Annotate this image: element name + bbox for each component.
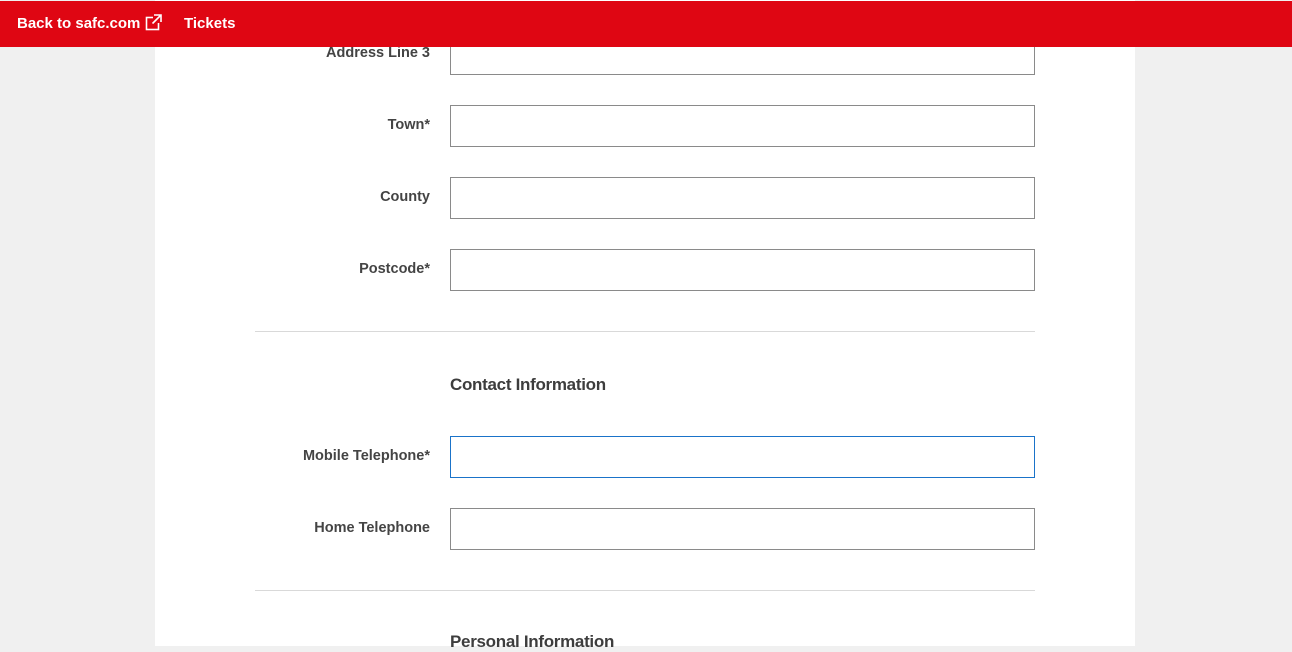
personal-information-heading: Personal Information (450, 632, 615, 651)
home-telephone-label: Home Telephone (314, 520, 430, 536)
home-telephone-row: Home Telephone (155, 508, 1135, 550)
section-divider (255, 590, 1035, 591)
county-input[interactable] (450, 177, 1035, 219)
county-label: County (380, 189, 430, 205)
back-to-safc-link[interactable]: Back to safc.com (17, 14, 163, 32)
town-input[interactable] (450, 105, 1035, 147)
address-line-3-label: Address Line 3 (326, 45, 430, 61)
back-link-label: Back to safc.com (17, 15, 141, 32)
section-divider (255, 331, 1035, 332)
mobile-telephone-row: Mobile Telephone* (155, 436, 1135, 478)
top-navigation-bar: Back to safc.com Tickets (0, 1, 1292, 47)
tickets-link[interactable]: Tickets (184, 15, 235, 32)
mobile-telephone-input[interactable] (450, 436, 1035, 478)
town-label: Town* (387, 117, 430, 133)
home-telephone-input[interactable] (450, 508, 1035, 550)
county-row: County (155, 177, 1135, 219)
town-row: Town* (155, 105, 1135, 147)
postcode-label: Postcode* (359, 261, 430, 277)
mobile-telephone-label: Mobile Telephone* (302, 448, 430, 464)
external-link-icon (146, 14, 163, 31)
postcode-row: Postcode* (155, 249, 1135, 291)
form-panel: Address Line 3 Town* County Postcode* Co… (155, 0, 1135, 651)
postcode-input[interactable] (450, 249, 1035, 291)
contact-information-heading: Contact Information (450, 375, 606, 394)
